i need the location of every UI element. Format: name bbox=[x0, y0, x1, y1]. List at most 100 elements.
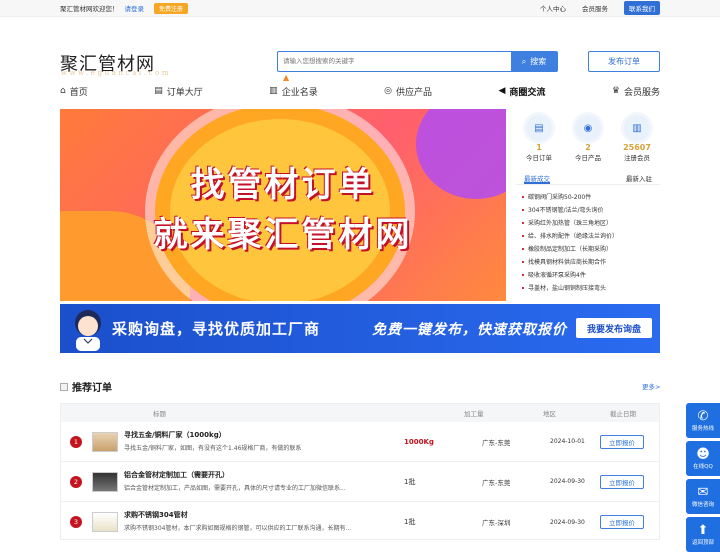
nav-label: 会员服务 bbox=[623, 87, 660, 98]
order-quantity: 1批 bbox=[404, 477, 415, 487]
wechat-icon: ✉ bbox=[697, 484, 709, 500]
nav-item-community[interactable]: ◀ 商圈交流 bbox=[498, 85, 545, 98]
stat-value: 2 bbox=[585, 143, 591, 152]
product-icon: ◉ bbox=[575, 115, 601, 141]
wechat-button[interactable]: ✉ 微信咨询 bbox=[686, 479, 720, 514]
table-row[interactable]: 2 铝合金管材定制加工（需要开孔） 铝合金管材定制加工，产品如图，需要开孔，具体… bbox=[61, 462, 659, 502]
nav-label: 首页 bbox=[69, 87, 88, 98]
support-avatar-icon bbox=[75, 310, 101, 351]
order-description: 铝合金管材定制加工，产品如图，需要开孔，具体的尺寸请专业的工厂加微信联系... bbox=[124, 485, 346, 492]
nav-item-home[interactable]: ⌂ 首页 bbox=[60, 85, 88, 98]
stat-members: ▥ 25607 注册会员 bbox=[614, 109, 660, 167]
personal-center-link[interactable]: 个人中心 bbox=[540, 3, 566, 13]
welcome-text: 聚汇管材网欢迎您！ bbox=[60, 5, 119, 13]
list-item[interactable]: 304不锈钢管/法兰/弯头询价 bbox=[516, 204, 660, 217]
list-item[interactable]: 给、排水附配件（绝缘法兰询价） bbox=[516, 230, 660, 243]
order-region: 广东-东莞 bbox=[482, 478, 511, 487]
side-label: 服务热线 bbox=[691, 425, 714, 432]
stat-today-orders: ▤ 1 今日订单 bbox=[516, 109, 562, 167]
search-button[interactable]: ⌕ 搜索 bbox=[511, 52, 557, 71]
nav-item-membership[interactable]: ♛ 会员服务 bbox=[612, 85, 660, 98]
quote-button[interactable]: 立即报价 bbox=[600, 515, 644, 529]
contact-us-button[interactable]: 联系我们 bbox=[624, 1, 660, 15]
nav-item-products[interactable]: ◎ 供应产品 bbox=[384, 85, 432, 98]
top-bar: 聚汇管材网欢迎您！ 请登录 免费注册 个人中心 会员服务 联系我们 bbox=[0, 0, 720, 17]
list-item[interactable]: 吸收液循环泵采购4件 bbox=[516, 269, 660, 282]
order-region: 广东-深圳 bbox=[482, 519, 511, 527]
nav-label: 商圈交流 bbox=[509, 87, 546, 98]
side-label: 返回顶部 bbox=[691, 539, 714, 546]
nav-label: 企业名录 bbox=[281, 87, 318, 98]
crown-icon: ♛ bbox=[611, 86, 620, 96]
order-icon: ▤ bbox=[526, 115, 552, 141]
column-header-region: 地区 bbox=[543, 410, 556, 418]
login-link[interactable]: 请登录 bbox=[125, 3, 145, 13]
table-header: 标题 加工量 地区 截止日期 bbox=[61, 404, 659, 422]
doc-icon: ▤ bbox=[154, 86, 163, 96]
nav-item-companies[interactable]: ▥ 企业名录 bbox=[269, 85, 318, 98]
order-title[interactable]: 铝合金管材定制加工（需要开孔） bbox=[124, 470, 229, 480]
order-deadline: 2024-09-30 bbox=[550, 518, 585, 526]
list-item[interactable]: 橡胶制品定制加工（长期采购） bbox=[516, 243, 660, 256]
inquiry-tagline: 免费一键发布，快速获取报价 bbox=[372, 322, 567, 338]
list-item[interactable]: 碳钢阀门采购50-200件 bbox=[516, 191, 660, 204]
member-service-link[interactable]: 会员服务 bbox=[582, 3, 608, 13]
order-title[interactable]: 寻找五金/铜料厂家（1000kg） bbox=[124, 430, 226, 440]
quantity-unit: 批 bbox=[408, 477, 416, 486]
column-header-quantity: 加工量 bbox=[464, 410, 484, 418]
news-tabs: 最新成交 最新入驻 bbox=[516, 173, 660, 185]
quote-button[interactable]: 立即报价 bbox=[600, 434, 644, 449]
order-quantity: 1批 bbox=[404, 517, 415, 527]
row-index: 3 bbox=[70, 516, 82, 528]
tab-new-members[interactable]: 最新入驻 bbox=[626, 173, 652, 184]
broken-image-icon bbox=[60, 382, 68, 391]
section-title-text: 推荐订单 bbox=[72, 383, 112, 394]
order-thumbnail[interactable] bbox=[92, 471, 118, 492]
tab-latest-deals[interactable]: 最新成交 bbox=[524, 173, 550, 184]
main-nav: ⌂ 首页 ▤ 订单大厅 ▥ 企业名录 ◎ 供应产品 ◀ 商圈交流 ♛ 会员服务 bbox=[60, 80, 660, 102]
back-to-top-button[interactable]: ⬆ 返回顶部 bbox=[686, 517, 720, 552]
stat-value: 25607 bbox=[623, 143, 651, 152]
hotline-button[interactable]: ✆ 服务热线 bbox=[686, 403, 720, 438]
section-title: 推荐订单 bbox=[60, 379, 112, 394]
logo-subtitle: www.eguancai.com bbox=[61, 69, 172, 77]
list-item[interactable]: 寻盖材，盐山钢铜制压接弯头 bbox=[516, 282, 660, 295]
search-bar: ⌕ 搜索 bbox=[277, 51, 558, 72]
side-toolbar: ✆ 服务热线 ☻ 在线QQ ✉ 微信咨询 ⬆ 返回顶部 bbox=[686, 403, 720, 555]
quote-button[interactable]: 立即报价 bbox=[600, 474, 644, 489]
latest-deals-list: 碳钢阀门采购50-200件 304不锈钢管/法兰/弯头询价 采购红外加热管（珠三… bbox=[516, 191, 660, 295]
side-label: 微信咨询 bbox=[691, 501, 714, 508]
qq-button[interactable]: ☻ 在线QQ bbox=[686, 441, 720, 476]
nav-item-orders[interactable]: ▤ 订单大厅 bbox=[154, 85, 203, 98]
list-item[interactable]: 找模具钢材料供应商长期合作 bbox=[516, 256, 660, 269]
table-row[interactable]: 1 寻找五金/铜料厂家（1000kg） 寻找五金/铜料厂家，如图，有没有这个1.… bbox=[61, 422, 659, 462]
order-title[interactable]: 求购不锈钢304管材 bbox=[124, 510, 188, 520]
row-index: 2 bbox=[70, 475, 82, 488]
quantity-number: 1000 bbox=[404, 437, 424, 446]
quantity-unit: Kg bbox=[423, 437, 434, 446]
search-button-label: 搜索 bbox=[530, 57, 547, 66]
order-deadline: 2024-09-30 bbox=[550, 478, 585, 485]
stat-label: 今日订单 bbox=[526, 154, 552, 162]
banner-headline-2: 就来聚汇管材网 bbox=[153, 215, 413, 255]
order-deadline: 2024-10-01 bbox=[550, 438, 585, 445]
register-button[interactable]: 免费注册 bbox=[154, 2, 189, 14]
quantity-unit: 批 bbox=[408, 518, 416, 526]
publish-order-button[interactable]: 发布订单 bbox=[588, 51, 660, 72]
table-row[interactable]: 3 求购不锈钢304管材 求购不锈钢304管材，本厂求购如图规格的钢管，可以供应… bbox=[61, 502, 659, 542]
search-input[interactable] bbox=[278, 52, 511, 71]
stat-label: 注册会员 bbox=[624, 154, 650, 162]
order-description: 求购不锈钢304管材，本厂求购如图规格的钢管，可以供应的工厂联系沟通，长期有..… bbox=[124, 525, 352, 532]
banner-headline-1: 找管材订单 bbox=[190, 165, 376, 205]
column-header-title: 标题 bbox=[153, 410, 166, 418]
orders-table: 标题 加工量 地区 截止日期 1 寻找五金/铜料厂家（1000kg） 寻找五金/… bbox=[60, 403, 660, 540]
more-link[interactable]: 更多> bbox=[642, 381, 660, 391]
order-thumbnail[interactable] bbox=[92, 512, 118, 532]
list-item[interactable]: 采购红外加热管（珠三角地区） bbox=[516, 217, 660, 230]
inquiry-banner[interactable]: 采购询盘，寻找优质加工厂商 免费一键发布，快速获取报价 我要发布询盘 bbox=[60, 304, 660, 353]
post-inquiry-button[interactable]: 我要发布询盘 bbox=[576, 318, 652, 338]
hero-banner[interactable]: 找管材订单 就来聚汇管材网 bbox=[60, 109, 506, 301]
stat-today-products: ◉ 2 今日产品 bbox=[565, 109, 611, 167]
product-icon: ◎ bbox=[384, 86, 393, 96]
order-thumbnail[interactable] bbox=[92, 431, 118, 452]
